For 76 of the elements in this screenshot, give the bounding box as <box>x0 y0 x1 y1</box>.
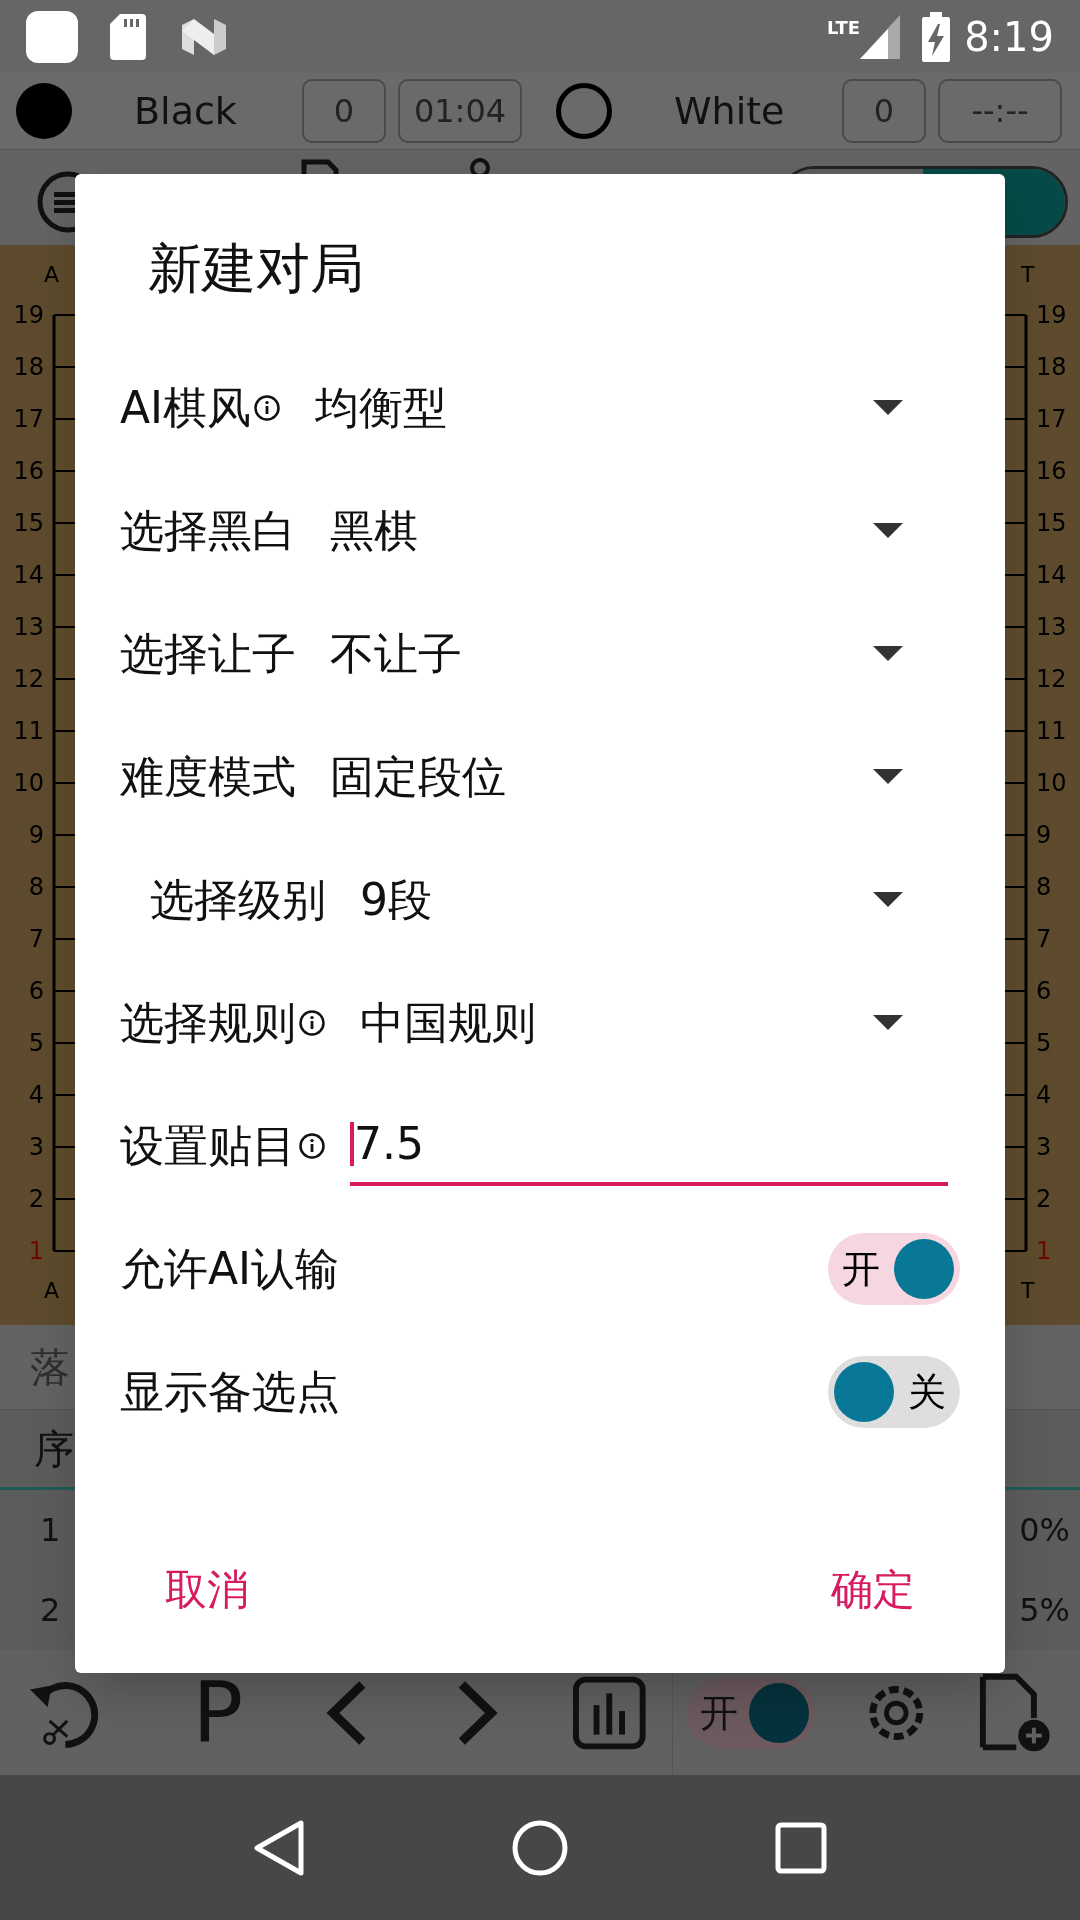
cancel-button[interactable]: 取消 <box>135 1549 279 1629</box>
network-type: LTE <box>827 16 861 40</box>
field-label: 选择黑白 <box>120 508 296 553</box>
column-header: 序 <box>34 1424 74 1474</box>
row-label: 14 <box>1036 563 1067 587</box>
dropdown[interactable]: 中国规则 <box>360 982 903 1063</box>
dropdown[interactable]: 固定段位 <box>330 736 903 817</box>
row-label: 17 <box>1036 407 1067 431</box>
dropdown[interactable]: 9段 <box>360 859 903 940</box>
row-label: 10 <box>1036 771 1067 795</box>
row-label: 16 <box>13 459 44 483</box>
confirm-button[interactable]: 确定 <box>801 1549 945 1629</box>
table-cell-text: 1 <box>40 1510 61 1551</box>
table-cell-text: 5% <box>1019 1590 1070 1631</box>
captures-count: 0 <box>302 79 386 143</box>
row-label: 15 <box>13 511 44 535</box>
dialog-title: 新建对局 <box>148 236 364 302</box>
row-label: 11 <box>13 719 44 743</box>
row-label: 15 <box>1036 511 1067 535</box>
row-label: 14 <box>13 563 44 587</box>
dropdown[interactable]: 黑棋 <box>330 490 903 571</box>
column-label: T <box>1021 1280 1035 1302</box>
row-label: 18 <box>13 355 44 379</box>
column-label: A <box>44 264 60 286</box>
dropdown[interactable]: 均衡型 <box>315 367 903 448</box>
row-label: 19 <box>13 303 44 327</box>
clock-time: 8:19 <box>964 12 1054 62</box>
row-label: 7 <box>28 927 44 951</box>
row-label: 5 <box>1036 1031 1052 1055</box>
player-name: Black <box>133 87 238 135</box>
table-cell-text: 2 <box>40 1590 61 1631</box>
row-label: 10 <box>13 771 44 795</box>
captures-count: 0 <box>842 79 926 143</box>
field-label: 选择级别 <box>150 877 326 922</box>
row-label: 2 <box>1036 1187 1052 1211</box>
dropdown[interactable]: 不让子 <box>330 613 903 694</box>
row-label: 4 <box>28 1083 44 1107</box>
row-label: 13 <box>1036 615 1067 639</box>
row-label: 4 <box>1036 1083 1052 1107</box>
field-label: 选择规则 <box>120 1000 296 1045</box>
row-label: 8 <box>28 875 44 899</box>
row-label: 17 <box>13 407 44 431</box>
row-label: 19 <box>1036 303 1067 327</box>
toggle-switch[interactable]: 开 <box>828 1232 960 1305</box>
column-label: A <box>44 1280 60 1302</box>
game-clock: 01:04 <box>398 79 522 143</box>
game-clock: --:-- <box>938 79 1062 143</box>
row-label: 5 <box>28 1031 44 1055</box>
player-name: White <box>673 87 786 135</box>
row-label: 6 <box>1036 979 1052 1003</box>
row-label: 8 <box>1036 875 1052 899</box>
row-label: 12 <box>1036 667 1067 691</box>
row-label: 9 <box>28 823 44 847</box>
row-label: 3 <box>1036 1135 1052 1159</box>
row-label: 11 <box>1036 719 1067 743</box>
field-label: AI棋风 <box>120 385 252 430</box>
column-label: T <box>1021 264 1035 286</box>
field-label: 显示备选点 <box>120 1369 340 1414</box>
toggle-switch[interactable]: 关 <box>828 1355 960 1428</box>
table-cell-text: 0% <box>1019 1510 1070 1551</box>
row-label: 7 <box>1036 927 1052 951</box>
field-label: 选择让子 <box>120 631 296 676</box>
row-label: 1 <box>28 1239 44 1263</box>
field-label: 设置贴目 <box>120 1123 296 1168</box>
row-label: 9 <box>1036 823 1052 847</box>
row-label: 6 <box>28 979 44 1003</box>
row-label: 18 <box>1036 355 1067 379</box>
row-label: 16 <box>1036 459 1067 483</box>
field-label: 难度模式 <box>120 754 296 799</box>
row-label: 3 <box>28 1135 44 1159</box>
row-label: 13 <box>13 615 44 639</box>
row-label: 2 <box>28 1187 44 1211</box>
row-label: 1 <box>1036 1239 1052 1263</box>
row-label: 12 <box>13 667 44 691</box>
field-label: 允许AI认输 <box>120 1246 340 1291</box>
input-field[interactable]: 7.5 <box>350 1105 948 1186</box>
